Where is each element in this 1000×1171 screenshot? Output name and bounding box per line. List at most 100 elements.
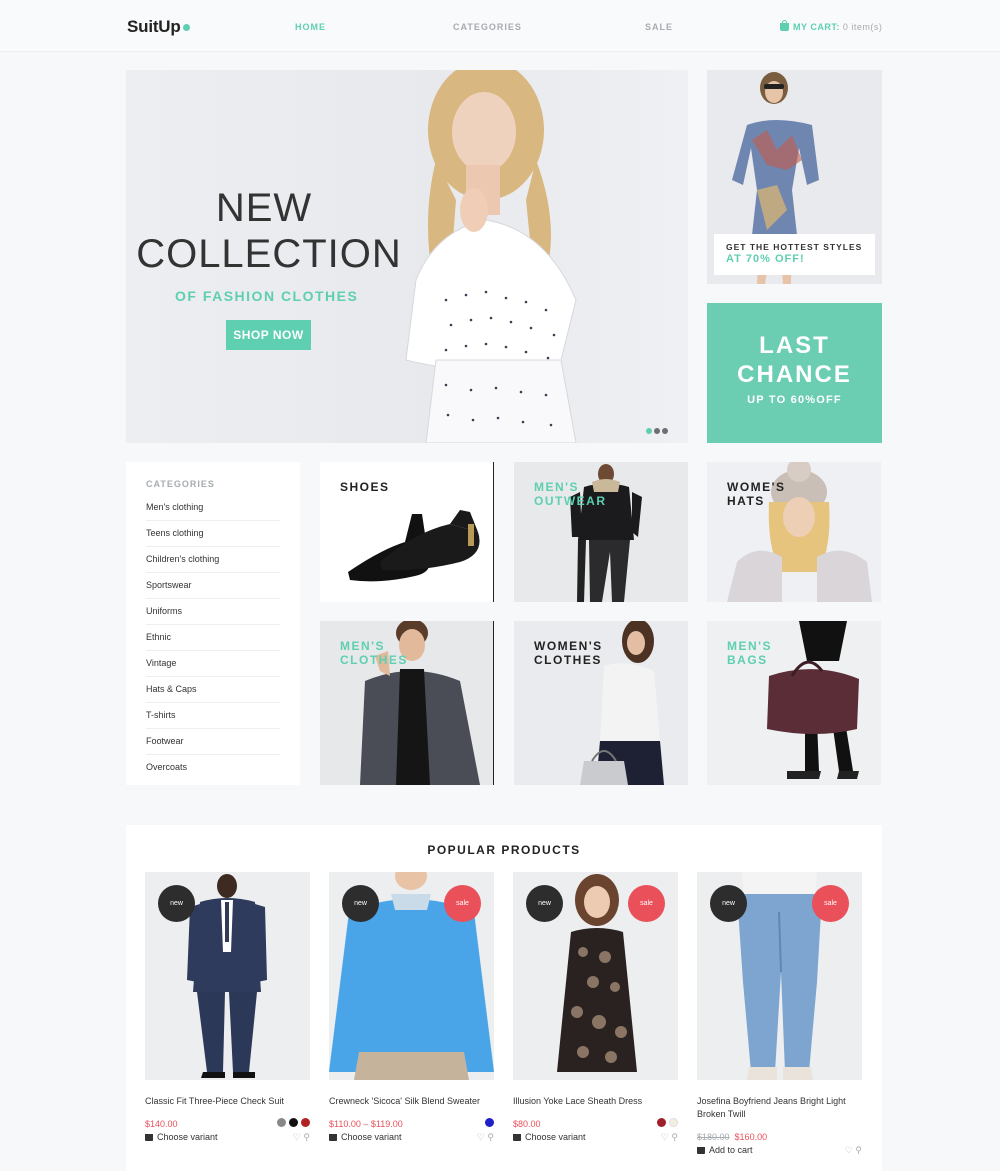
bag-icon bbox=[780, 20, 789, 31]
product-name[interactable]: Classic Fit Three-Piece Check Suit bbox=[145, 1095, 305, 1108]
product-card[interactable]: new sale Crewneck 'Sicoca' Silk Blend Sw… bbox=[329, 872, 494, 1146]
add-to-cart-button[interactable]: Add to cart ♡ ⚲ bbox=[697, 1145, 862, 1159]
logo[interactable]: SuitUp bbox=[127, 17, 190, 37]
hero-slider[interactable]: NEW COLLECTION OF FASHION CLOTHES SHOP N… bbox=[126, 70, 688, 443]
product-card[interactable]: new sale Illusion Yoke Lace Sheath Dress… bbox=[513, 872, 678, 1146]
product-name[interactable]: Josefina Boyfriend Jeans Bright Light Br… bbox=[697, 1095, 857, 1121]
product-card[interactable]: new sale Josefina Boyfriend Jeans Bright… bbox=[697, 872, 862, 1159]
zoom-icon[interactable]: ⚲ bbox=[855, 1145, 862, 1155]
category-item[interactable]: Hats & Caps bbox=[146, 677, 280, 703]
sale-badge: sale bbox=[444, 885, 481, 922]
product-image[interactable]: new sale bbox=[697, 872, 862, 1080]
heart-icon[interactable]: ♡ bbox=[845, 1145, 853, 1155]
site-header: SuitUp HOME CATEGORIES SALE MY CART: 0 i… bbox=[0, 0, 1000, 52]
nav-sale[interactable]: SALE bbox=[645, 22, 673, 32]
zoom-icon[interactable]: ⚲ bbox=[671, 1132, 678, 1142]
swatch-red[interactable] bbox=[301, 1118, 310, 1127]
choose-variant-button[interactable]: Choose variant ♡ ⚲ bbox=[513, 1132, 678, 1146]
product-image[interactable]: new sale bbox=[329, 872, 494, 1080]
shop-now-button[interactable]: SHOP NOW bbox=[226, 320, 311, 350]
swatch-blue[interactable] bbox=[485, 1118, 494, 1127]
categories-title: CATEGORIES bbox=[146, 479, 215, 489]
product-image[interactable]: new sale bbox=[513, 872, 678, 1080]
cart-count: 0 item(s) bbox=[842, 22, 883, 32]
swatch-gray[interactable] bbox=[277, 1118, 286, 1127]
color-swatches bbox=[482, 1114, 494, 1132]
heart-icon[interactable]: ♡ bbox=[661, 1132, 669, 1142]
nav-categories[interactable]: CATEGORIES bbox=[453, 22, 522, 32]
product-price: $110.00 – $119.00 bbox=[329, 1119, 403, 1129]
slider-dot-2[interactable] bbox=[654, 428, 660, 434]
category-item[interactable]: Men's clothing bbox=[146, 495, 280, 521]
cart-icon bbox=[697, 1147, 705, 1154]
product-name[interactable]: Illusion Yoke Lace Sheath Dress bbox=[513, 1095, 673, 1108]
tile-shoes-label-line: SHOES bbox=[340, 480, 390, 494]
product-image[interactable]: new bbox=[145, 872, 310, 1080]
category-item[interactable]: Uniforms bbox=[146, 599, 280, 625]
zoom-icon[interactable]: ⚲ bbox=[487, 1132, 494, 1142]
new-badge: new bbox=[342, 885, 379, 922]
product-action-label: Choose variant bbox=[525, 1132, 586, 1142]
tile-divider bbox=[493, 462, 494, 602]
sale-badge: sale bbox=[812, 885, 849, 922]
tile-mens-outwear[interactable]: MEN'S OUTWEAR bbox=[514, 462, 688, 602]
swatch-black[interactable] bbox=[289, 1118, 298, 1127]
slider-dot-3[interactable] bbox=[662, 428, 668, 434]
category-item[interactable]: Ethnic bbox=[146, 625, 280, 651]
product-name[interactable]: Crewneck 'Sicoca' Silk Blend Sweater bbox=[329, 1095, 489, 1108]
tile-womens-clothes-label: WOMEN'S CLOTHES bbox=[534, 639, 603, 667]
zoom-icon[interactable]: ⚲ bbox=[303, 1132, 310, 1142]
new-badge: new bbox=[158, 885, 195, 922]
tile-mens-clothes-label: MEN'S CLOTHES bbox=[340, 639, 408, 667]
tile-mens-clothes-line2: CLOTHES bbox=[340, 653, 408, 667]
product-action-label: Add to cart bbox=[709, 1145, 753, 1155]
last-chance-banner[interactable]: LAST CHANCE UP TO 60%OFF bbox=[707, 303, 882, 443]
product-card[interactable]: new Classic Fit Three-Piece Check Suit $… bbox=[145, 872, 310, 1146]
tile-womens-clothes-line2: CLOTHES bbox=[534, 653, 602, 667]
slider-dot-1[interactable] bbox=[646, 428, 652, 434]
category-item[interactable]: Overcoats bbox=[146, 755, 280, 781]
popular-products-section: POPULAR PRODUCTS new Classic Fit Three-P… bbox=[126, 825, 882, 1171]
tile-womens-hats-label: WOME'S HATS bbox=[727, 480, 786, 508]
product-price-row: $140.00 bbox=[145, 1114, 310, 1130]
tile-womens-hats[interactable]: WOME'S HATS bbox=[707, 462, 881, 602]
choose-variant-button[interactable]: Choose variant ♡ ⚲ bbox=[329, 1132, 494, 1146]
tile-womens-hats-line1: WOME'S bbox=[727, 480, 786, 494]
logo-dot-icon bbox=[182, 24, 190, 31]
promo-line2: AT 70% OFF! bbox=[726, 253, 805, 265]
tile-mens-bags[interactable]: MEN'S BAGS bbox=[707, 621, 881, 785]
category-item[interactable]: Children's clothing bbox=[146, 547, 280, 573]
category-item[interactable]: Vintage bbox=[146, 651, 280, 677]
product-old-price: $180.00 bbox=[697, 1132, 730, 1142]
heart-icon[interactable]: ♡ bbox=[477, 1132, 485, 1142]
product-action-label: Choose variant bbox=[157, 1132, 218, 1142]
promo-banner-hottest-styles[interactable]: GET THE HOTTEST STYLES AT 70% OFF! bbox=[707, 70, 882, 284]
tile-womens-hats-line2: HATS bbox=[727, 494, 765, 508]
tile-shoes[interactable]: SHOES bbox=[320, 462, 494, 602]
swatch-cream[interactable] bbox=[669, 1118, 678, 1127]
product-price-row: $180.00 $160.00 bbox=[697, 1127, 862, 1143]
tile-mens-outwear-label: MEN'S OUTWEAR bbox=[534, 480, 607, 508]
product-action-label: Choose variant bbox=[341, 1132, 402, 1142]
product-price-row: $80.00 bbox=[513, 1114, 678, 1130]
tile-mens-clothes[interactable]: MEN'S CLOTHES bbox=[320, 621, 494, 785]
sale-badge: sale bbox=[628, 885, 665, 922]
tile-mens-outwear-line1: MEN'S bbox=[534, 480, 580, 494]
heart-icon[interactable]: ♡ bbox=[293, 1132, 301, 1142]
cart-link[interactable]: MY CART: 0 item(s) bbox=[780, 20, 883, 32]
popular-products-title: POPULAR PRODUCTS bbox=[427, 843, 581, 857]
nav-home[interactable]: HOME bbox=[295, 22, 326, 32]
new-badge: new bbox=[526, 885, 563, 922]
category-item[interactable]: Teens clothing bbox=[146, 521, 280, 547]
swatch-burgundy[interactable] bbox=[657, 1118, 666, 1127]
cart-icon bbox=[329, 1134, 337, 1141]
choose-variant-button[interactable]: Choose variant ♡ ⚲ bbox=[145, 1132, 310, 1146]
category-item[interactable]: Footwear bbox=[146, 729, 280, 755]
hero-subtitle: OF FASHION CLOTHES bbox=[175, 288, 359, 304]
categories-sidebar: CATEGORIES Men's clothing Teens clothing… bbox=[126, 462, 300, 785]
tile-womens-clothes[interactable]: WOMEN'S CLOTHES bbox=[514, 621, 688, 785]
category-item[interactable]: T-shirts bbox=[146, 703, 280, 729]
brand-name: SuitUp bbox=[127, 17, 181, 36]
category-item[interactable]: Sportswear bbox=[146, 573, 280, 599]
categories-list: Men's clothing Teens clothing Children's… bbox=[146, 495, 280, 781]
